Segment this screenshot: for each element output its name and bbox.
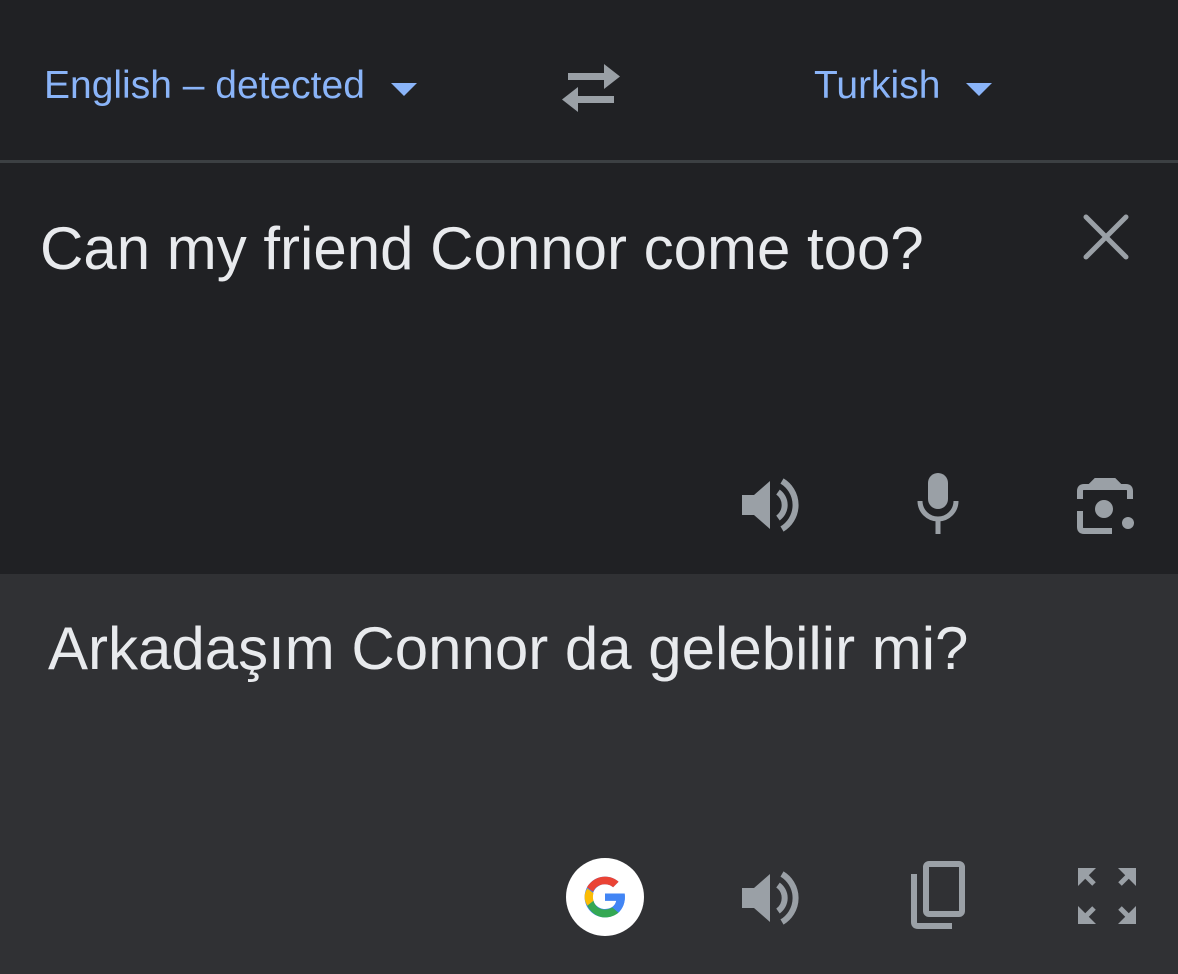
microphone-icon <box>917 473 959 534</box>
source-text-input[interactable]: Can my friend Connor come too? <box>40 201 1030 297</box>
google-search-button[interactable] <box>566 858 644 936</box>
copy-button[interactable] <box>906 860 968 930</box>
language-bar: English – detected Turkish <box>0 0 1178 160</box>
listen-translation-button[interactable] <box>738 868 804 928</box>
translation-panel: Arkadaşım Connor da gelebilir mi? <box>0 574 1178 974</box>
translation-text: Arkadaşım Connor da gelebilir mi? <box>48 615 969 682</box>
chevron-down-icon <box>966 82 993 96</box>
speaker-icon <box>742 478 799 532</box>
camera-icon <box>1077 478 1134 534</box>
google-logo-icon <box>584 876 625 918</box>
source-language-selector[interactable]: English – detected <box>44 64 417 108</box>
speaker-icon <box>742 871 799 925</box>
target-language-label: Turkish <box>814 64 941 107</box>
translate-app: English – detected Turkish Can my friend… <box>0 0 1178 974</box>
listen-source-button[interactable] <box>738 475 804 535</box>
source-panel: Can my friend Connor come too? <box>0 163 1178 574</box>
fullscreen-icon <box>1078 868 1136 924</box>
close-icon <box>1083 214 1129 260</box>
fullscreen-button[interactable] <box>1074 864 1140 928</box>
chevron-down-icon <box>390 82 417 96</box>
swap-arrows-icon <box>562 64 620 112</box>
clear-button[interactable] <box>1080 211 1132 263</box>
camera-input-button[interactable] <box>1074 477 1140 537</box>
swap-languages-button[interactable] <box>558 60 624 116</box>
target-language-selector[interactable]: Turkish <box>814 64 993 108</box>
voice-input-button[interactable] <box>912 471 964 537</box>
source-language-label: English – detected <box>44 64 365 107</box>
copy-icon <box>911 861 965 929</box>
